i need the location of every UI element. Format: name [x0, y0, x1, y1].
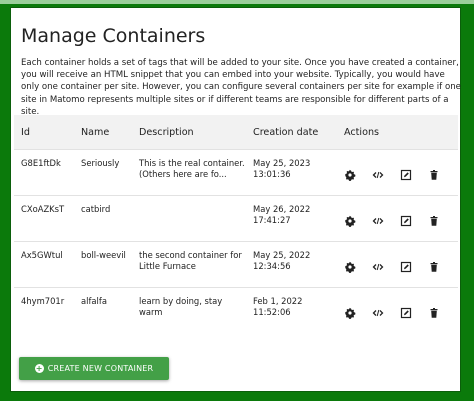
gear-icon[interactable]: [344, 261, 356, 273]
table-header-row: Id Name Description Creation date Action…: [14, 115, 458, 150]
create-new-container-button[interactable]: + CREATE NEW CONTAINER: [19, 357, 169, 380]
creation-time: 13:01:36: [253, 168, 291, 179]
creation-date: May 25, 2022: [253, 250, 311, 260]
container-description: the second container for Little Furnace: [132, 241, 246, 288]
page-description: Each container holds a set of tags that …: [21, 58, 461, 117]
table-row: CXoAZKsT catbird May 26, 2022 17:41:27: [14, 195, 458, 242]
edit-icon[interactable]: [400, 215, 412, 227]
edit-icon[interactable]: [400, 307, 412, 319]
gear-icon[interactable]: [344, 307, 356, 319]
container-name: boll-weevil: [74, 241, 132, 288]
row-actions: [337, 287, 458, 334]
container-creation-date: May 26, 2022 17:41:27: [246, 195, 337, 242]
trash-icon[interactable]: [428, 261, 440, 273]
gear-icon[interactable]: [344, 169, 356, 181]
container-id: Ax5GWtul: [14, 241, 74, 288]
create-button-label: CREATE NEW CONTAINER: [47, 364, 154, 373]
gear-icon[interactable]: [344, 215, 356, 227]
container-name: Seriously: [74, 149, 132, 196]
header-id: Id: [14, 115, 74, 150]
header-description: Description: [132, 115, 246, 150]
creation-time: 11:52:06: [253, 306, 291, 317]
container-id: G8E1ftDk: [14, 149, 74, 196]
container-creation-date: May 25, 2022 12:34:56: [246, 241, 337, 288]
container-id: CXoAZKsT: [14, 195, 74, 242]
plus-circle-icon: +: [34, 364, 44, 373]
containers-table: Id Name Description Creation date Action…: [14, 115, 458, 334]
code-icon[interactable]: [372, 261, 384, 273]
container-description: [132, 195, 246, 242]
table-row: Ax5GWtul boll-weevil the second containe…: [14, 241, 458, 288]
creation-date: May 26, 2022: [253, 204, 311, 214]
edit-icon[interactable]: [400, 261, 412, 273]
container-creation-date: Feb 1, 2022 11:52:06: [246, 287, 337, 334]
trash-icon[interactable]: [428, 169, 440, 181]
table-row: G8E1ftDk Seriously This is the real cont…: [14, 149, 458, 196]
container-description: This is the real container. (Others here…: [132, 149, 246, 196]
row-actions: [337, 241, 458, 288]
edit-icon[interactable]: [400, 169, 412, 181]
code-icon[interactable]: [372, 169, 384, 181]
top-strip: [0, 0, 474, 4]
page-title: Manage Containers: [21, 25, 206, 47]
code-icon[interactable]: [372, 215, 384, 227]
trash-icon[interactable]: [428, 307, 440, 319]
header-creation-date: Creation date: [246, 115, 337, 150]
table-row: 4hym701r alfalfa learn by doing, stay wa…: [14, 287, 458, 334]
creation-time: 17:41:27: [253, 214, 291, 225]
manage-containers-panel: Manage Containers Each container holds a…: [10, 7, 461, 392]
creation-date: Feb 1, 2022: [253, 296, 303, 306]
container-name: catbird: [74, 195, 132, 242]
container-creation-date: May 25, 2023 13:01:36: [246, 149, 337, 196]
container-name: alfalfa: [74, 287, 132, 334]
creation-time: 12:34:56: [253, 260, 291, 271]
container-description: learn by doing, stay warm: [132, 287, 246, 334]
row-actions: [337, 149, 458, 196]
header-name: Name: [74, 115, 132, 150]
creation-date: May 25, 2023: [253, 158, 311, 168]
container-id: 4hym701r: [14, 287, 74, 334]
row-actions: [337, 195, 458, 242]
code-icon[interactable]: [372, 307, 384, 319]
trash-icon[interactable]: [428, 215, 440, 227]
header-actions: Actions: [337, 115, 458, 150]
